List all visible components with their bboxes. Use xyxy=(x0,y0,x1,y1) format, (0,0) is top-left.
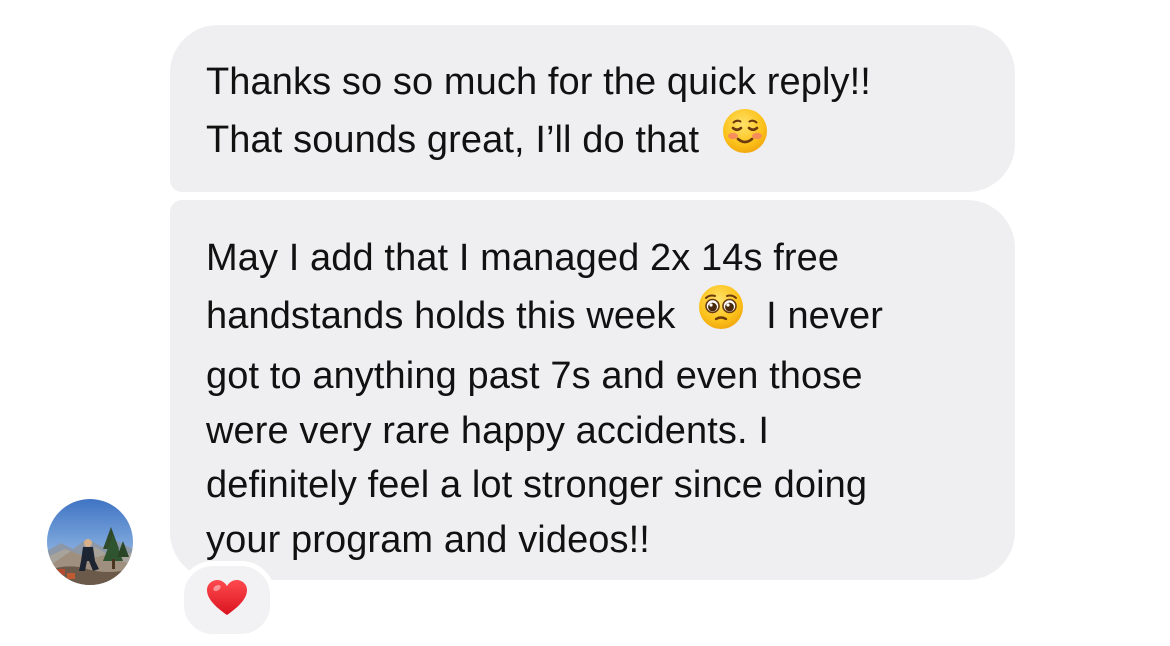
message-text-line: got to anything past 7s and even those xyxy=(206,355,863,397)
message-bubble[interactable]: Thanks so so much for the quick reply!! … xyxy=(170,25,1015,192)
message-text-segment: That sounds great, I’ll do that xyxy=(206,118,700,161)
message-bubble[interactable]: May I add that I managed 2x 14s free han… xyxy=(170,200,1015,580)
avatar[interactable] xyxy=(47,499,133,585)
red-heart-icon xyxy=(206,579,248,622)
message-text-line: handstands holds this week I never xyxy=(206,283,1015,350)
pleading-face-emoji-icon xyxy=(697,283,745,347)
avatar-image xyxy=(47,499,133,585)
smiling-face-emoji-icon xyxy=(721,107,769,171)
message-text-line: your program and videos!! xyxy=(206,518,650,561)
message-text-line: were very rare happy accidents. I xyxy=(206,409,770,452)
reaction-badge[interactable] xyxy=(179,561,275,639)
message-text-line: Thanks so so much for the quick reply!! xyxy=(206,61,871,103)
message-text-line: That sounds great, I’ll do that xyxy=(206,107,1015,174)
message-text-segment: handstands holds this week xyxy=(206,294,676,337)
message-text-line: definitely feel a lot stronger since doi… xyxy=(206,464,868,506)
message-text-line: May I add that I managed 2x 14s free xyxy=(206,237,840,279)
message-text-segment: I never xyxy=(766,294,883,337)
